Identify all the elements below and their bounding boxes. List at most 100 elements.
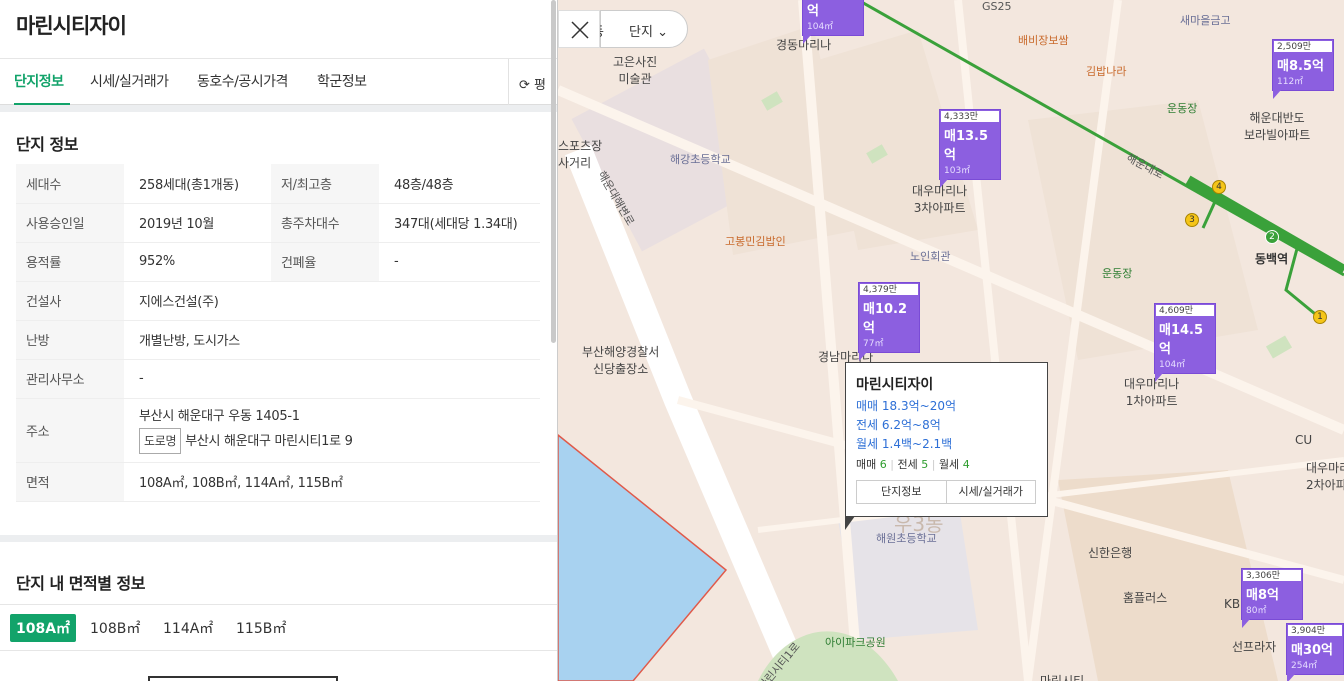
table-row: 세대수 258세대(총1개동) 저/최고층 48층/48층	[16, 164, 540, 204]
pin-unit-price: 3,306만	[1242, 569, 1302, 582]
pin-price: 매13.5억	[944, 129, 989, 163]
complex-info-table: 세대수 258세대(총1개동) 저/최고층 48층/48층 사용승인일 2019…	[16, 164, 540, 502]
floorplan-image	[148, 676, 338, 681]
info-value: 48층/48층	[379, 164, 540, 204]
info-value: 952%	[124, 242, 271, 282]
pin-size: 77㎡	[863, 339, 884, 349]
info-key: 난방	[16, 320, 124, 360]
popup-complex-info-button[interactable]: 단지정보	[857, 481, 946, 503]
breadcrumb[interactable]: 단지 ⌄	[600, 10, 688, 48]
info-value: -	[379, 242, 540, 282]
map-view[interactable]: 경동마리나 고은사진 미술관 해강초등학교 대우마리나 3차아파트 고봉민김밥인…	[558, 0, 1344, 681]
pin-size: 254㎡	[1291, 661, 1318, 671]
complex-detail-panel: 마린시티자이 단지정보 시세/실거래가 동호수/공시가격 학군정보 ⟳ 평 단지…	[0, 0, 558, 681]
info-key: 건설사	[16, 281, 124, 321]
panel-scrollbar[interactable]	[551, 0, 556, 343]
map-roads	[558, 0, 1344, 681]
pin-unit-price: 4,609만	[1155, 304, 1215, 317]
map-label-sports: 스포츠장 사거리	[558, 139, 603, 170]
info-value: 2019년 10월	[124, 203, 271, 243]
close-button[interactable]	[558, 10, 600, 48]
map-label-baebija: 배비장보쌈	[1018, 34, 1069, 47]
map-label-gobong: 고봉민김밥인	[725, 235, 786, 248]
map-label-police: 부산해양경찰서 신당출장소	[582, 345, 660, 376]
complex-popup[interactable]: 마린시티자이 매매 18.3억~20억 전세 6.2억~8억 월세 1.4백~2…	[845, 362, 1048, 530]
tab-school[interactable]: 학군정보	[317, 71, 367, 91]
info-key: 저/최고층	[271, 164, 379, 204]
map-label-homeplus: 홈플러스	[1123, 591, 1168, 605]
road-address-text: 부산시 해운대구 마린시티1로 9	[185, 434, 353, 449]
section-divider	[0, 105, 557, 112]
tab-price[interactable]: 시세/실거래가	[90, 71, 169, 91]
price-pin[interactable]: 4,609만 매14.5억 104㎡	[1154, 303, 1216, 382]
popup-price-button[interactable]: 시세/실거래가	[945, 481, 1036, 503]
tab-bar: 단지정보 시세/실거래가 동호수/공시가격 학군정보 ⟳ 평	[0, 58, 557, 105]
table-row: 건설사 지에스건설(주)	[16, 281, 540, 321]
pin-unit-price: 2,509만	[1273, 40, 1333, 53]
road-address-tag: 도로명	[139, 428, 182, 454]
info-key: 용적률	[16, 242, 124, 282]
address-value: 부산시 해운대구 우동 1405-1 도로명 부산시 해운대구 마린시티1로 9	[124, 398, 540, 463]
count-sale: 6	[879, 458, 887, 471]
popup-sale-range: 매매 18.3억~20억	[856, 399, 957, 413]
pin-price: 매10.2억	[863, 302, 908, 336]
price-pin[interactable]: 2,509만 매8.5억 112㎡	[1272, 39, 1334, 99]
info-key: 면적	[16, 462, 124, 502]
section-divider	[0, 535, 557, 542]
pin-unit-price: 4,333만	[940, 110, 1000, 123]
info-value: -	[124, 359, 540, 399]
count-wolse: 4	[962, 458, 970, 471]
info-key: 건폐율	[271, 242, 379, 282]
popup-buttons: 단지정보 시세/실거래가	[856, 480, 1036, 504]
popup-title: 마린시티자이	[856, 377, 934, 393]
price-pin[interactable]: 3,306만 매8억 80㎡	[1241, 568, 1303, 628]
info-value: 258세대(총1개동)	[124, 164, 271, 204]
table-row: 용적률 952% 건폐율 -	[16, 242, 540, 282]
area-type-108a[interactable]: 108A㎡	[10, 614, 77, 642]
price-pin[interactable]: 3,904만 매30억 254㎡	[1286, 623, 1344, 681]
price-pin[interactable]: 4,333만 매13.5억 103㎡	[939, 109, 1001, 188]
map-label-undong2: 운동장	[1102, 267, 1133, 280]
area-type-108b[interactable]: 108B㎡	[90, 618, 140, 638]
info-key: 세대수	[16, 164, 124, 204]
pyeong-label: 평	[534, 78, 547, 93]
divider	[0, 604, 557, 605]
pin-price: 매14.5억	[1159, 323, 1204, 357]
close-icon	[571, 21, 589, 39]
price-pin[interactable]: 매16.5억 104㎡	[802, 0, 864, 44]
subway-exit-4-icon: 4	[1212, 180, 1226, 194]
area-type-115b[interactable]: 115B㎡	[236, 618, 286, 638]
info-key: 사용승인일	[16, 203, 124, 243]
pin-price: 매8.5억	[1277, 59, 1324, 74]
pin-size: 112㎡	[1277, 77, 1304, 87]
table-row: 주소 부산시 해운대구 우동 1405-1 도로명 부산시 해운대구 마린시티1로…	[16, 398, 540, 463]
price-pin[interactable]: 4,379만 매10.2억 77㎡	[858, 282, 920, 361]
map-label-shinhan: 신한은행	[1088, 546, 1133, 560]
pin-unit-price: 4,379만	[859, 283, 919, 296]
subway-line-2-icon: 2	[1265, 230, 1279, 244]
map-label-undong1: 운동장	[1167, 102, 1198, 115]
complex-info-title: 단지 정보	[16, 135, 78, 154]
subway-exit-3-icon: 3	[1185, 213, 1199, 227]
info-value: 개별난방, 도시가스	[124, 320, 540, 360]
popup-listing-counts: 매매 6 | 전세 5 | 월세 4	[856, 458, 970, 471]
table-row: 면적 108A㎡, 108B㎡, 114A㎡, 115B㎡	[16, 462, 540, 502]
tab-complex-info[interactable]: 단지정보	[14, 71, 64, 91]
table-row: 관리사무소 -	[16, 359, 540, 399]
road-address: 도로명 부산시 해운대구 마린시티1로 9	[139, 428, 540, 454]
pin-size: 103㎡	[944, 166, 971, 176]
pin-size: 104㎡	[1159, 360, 1186, 370]
pin-price: 매8억	[1246, 588, 1279, 603]
map-label-daewoo1: 대우마리나 1차아파트	[1124, 377, 1180, 408]
popup-wolse-range: 월세 1.4백~2.1백	[856, 437, 953, 451]
map-label-ipark: 아이파크공원	[825, 636, 886, 649]
count-wolse-label: 월세	[938, 458, 960, 471]
map-label-gs25: GS25	[982, 0, 1012, 13]
area-type-114a[interactable]: 114A㎡	[163, 618, 213, 638]
table-row: 사용승인일 2019년 10월 총주차대수 347대(세대당 1.34대)	[16, 203, 540, 243]
jibun-address: 부산시 해운대구 우동 1405-1	[139, 409, 300, 424]
tab-units[interactable]: 동호수/공시가격	[197, 71, 288, 91]
subway-exit-1-icon: 1	[1313, 310, 1327, 324]
page-title: 마린시티자이	[16, 14, 127, 38]
info-key: 총주차대수	[271, 203, 379, 243]
